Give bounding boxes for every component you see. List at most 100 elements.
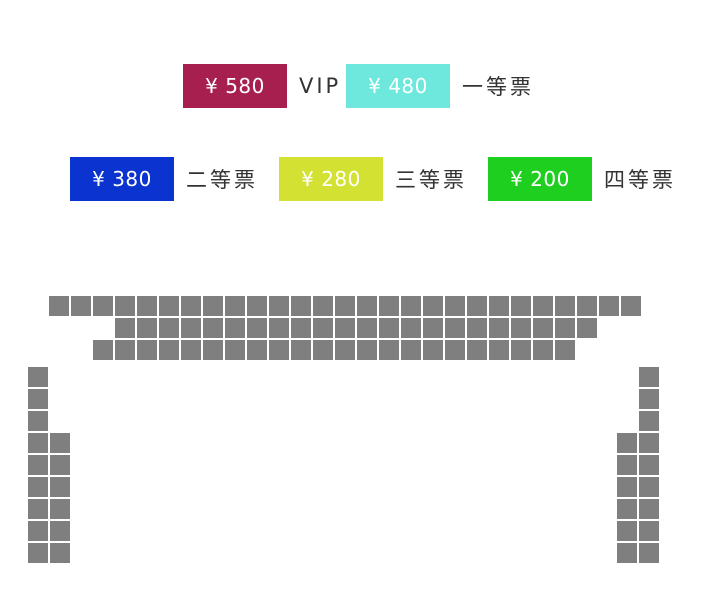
seat[interactable] [335,340,355,360]
seat[interactable] [357,340,377,360]
side-seat-right[interactable] [617,499,637,519]
seat[interactable] [511,318,531,338]
side-seat-left[interactable] [28,521,48,541]
side-seat-left[interactable] [28,455,48,475]
seat[interactable] [137,296,157,316]
seat[interactable] [247,296,267,316]
seat[interactable] [621,296,641,316]
seat[interactable] [269,296,289,316]
seat[interactable] [511,296,531,316]
side-seat-right[interactable] [617,455,637,475]
seat[interactable] [423,318,443,338]
seat[interactable] [489,296,509,316]
side-seat-left[interactable] [28,411,48,431]
seat[interactable] [291,318,311,338]
side-seat-right[interactable] [617,433,637,453]
seat[interactable] [203,318,223,338]
seat[interactable] [511,340,531,360]
price-swatch-200[interactable]: ¥ 200 [488,157,592,201]
seat[interactable] [225,318,245,338]
seat[interactable] [467,340,487,360]
seat[interactable] [181,296,201,316]
seat[interactable] [159,296,179,316]
seat[interactable] [533,318,553,338]
seat[interactable] [599,296,619,316]
seat[interactable] [137,318,157,338]
seat[interactable] [401,296,421,316]
seat[interactable] [445,318,465,338]
side-seat-right[interactable] [639,499,659,519]
seat[interactable] [401,318,421,338]
side-seat-right[interactable] [639,411,659,431]
side-seat-right[interactable] [639,521,659,541]
seat[interactable] [533,296,553,316]
seat[interactable] [269,340,289,360]
side-seat-right[interactable] [639,367,659,387]
side-seat-right[interactable] [617,521,637,541]
seat[interactable] [269,318,289,338]
seat[interactable] [423,296,443,316]
side-seat-left[interactable] [28,367,48,387]
seat[interactable] [401,340,421,360]
seat[interactable] [159,318,179,338]
seat[interactable] [313,318,333,338]
seat[interactable] [247,318,267,338]
seat[interactable] [555,318,575,338]
side-seat-right[interactable] [639,477,659,497]
seat[interactable] [379,296,399,316]
side-seat-right[interactable] [639,389,659,409]
side-seat-right[interactable] [639,543,659,563]
side-seat-left[interactable] [28,543,48,563]
side-seat-left[interactable] [50,477,70,497]
legend-item-third-class[interactable]: ¥ 280 三等票 [279,157,467,201]
seat[interactable] [181,340,201,360]
seat[interactable] [467,296,487,316]
seat[interactable] [93,340,113,360]
legend-item-fourth-class[interactable]: ¥ 200 四等票 [488,157,676,201]
seat[interactable] [577,318,597,338]
seat[interactable] [203,296,223,316]
side-seat-left[interactable] [50,499,70,519]
side-seat-left[interactable] [28,433,48,453]
side-seat-left[interactable] [50,521,70,541]
side-seat-left[interactable] [28,477,48,497]
price-swatch-280[interactable]: ¥ 280 [279,157,383,201]
seat[interactable] [247,340,267,360]
seat[interactable] [555,340,575,360]
seat[interactable] [313,296,333,316]
side-seat-left[interactable] [50,455,70,475]
seat[interactable] [137,340,157,360]
seat[interactable] [489,318,509,338]
seat[interactable] [115,340,135,360]
seat[interactable] [93,296,113,316]
seat[interactable] [555,296,575,316]
seat[interactable] [203,340,223,360]
side-seat-left[interactable] [50,433,70,453]
side-seat-left[interactable] [28,499,48,519]
seat[interactable] [225,340,245,360]
seat[interactable] [291,340,311,360]
seat[interactable] [533,340,553,360]
seat[interactable] [335,296,355,316]
legend-item-second-class[interactable]: ¥ 380 二等票 [70,157,258,201]
seat[interactable] [379,318,399,338]
seat[interactable] [335,318,355,338]
price-swatch-480[interactable]: ¥ 480 [346,64,450,108]
seat[interactable] [291,296,311,316]
side-seat-right[interactable] [639,433,659,453]
price-swatch-380[interactable]: ¥ 380 [70,157,174,201]
price-swatch-580[interactable]: ¥ 580 [183,64,287,108]
seat[interactable] [159,340,179,360]
seat[interactable] [115,296,135,316]
seat[interactable] [225,296,245,316]
seat[interactable] [489,340,509,360]
seat[interactable] [423,340,443,360]
legend-item-first-class[interactable]: ¥ 480 一等票 [346,64,534,108]
side-seat-left[interactable] [28,389,48,409]
seat[interactable] [313,340,333,360]
seat[interactable] [357,318,377,338]
seat[interactable] [115,318,135,338]
seat[interactable] [577,296,597,316]
seat[interactable] [445,340,465,360]
legend-item-vip[interactable]: ¥ 580 VIP [183,64,341,108]
